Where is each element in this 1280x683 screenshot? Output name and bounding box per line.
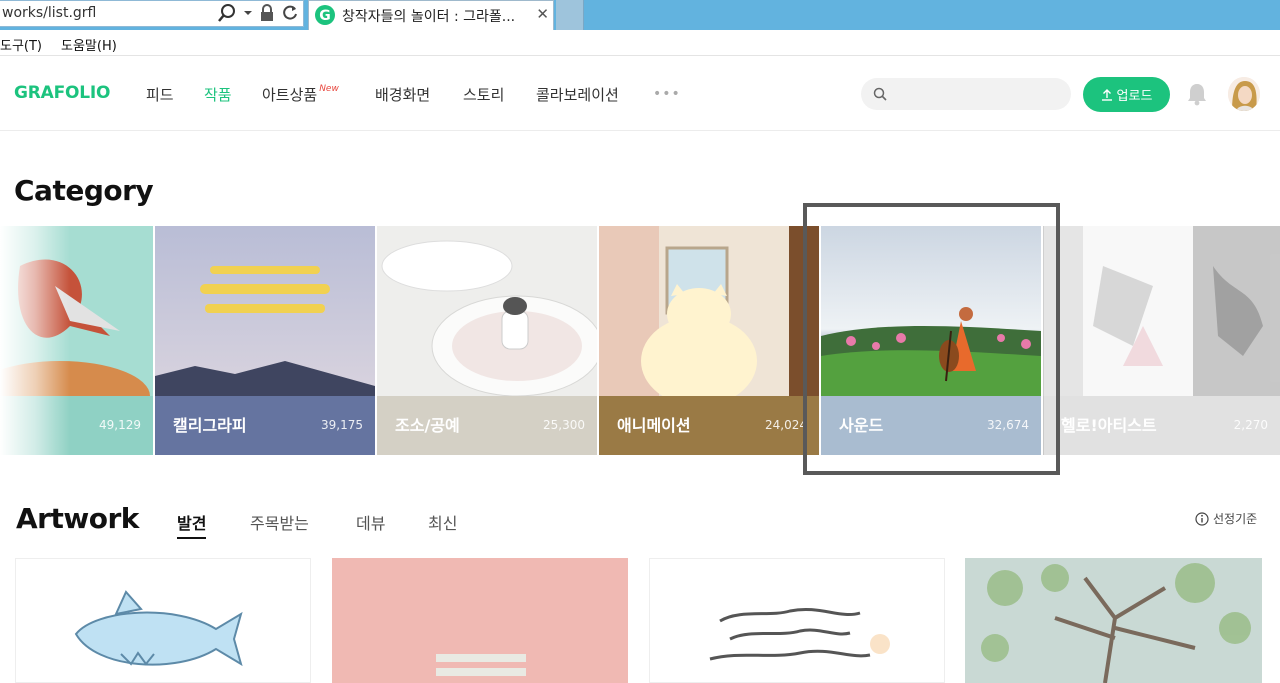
category-count: 32,674 [987, 418, 1029, 432]
avatar[interactable] [1228, 77, 1260, 111]
browser-tab[interactable]: G 창작자들의 놀이터 : 그라폴... ✕ [308, 0, 554, 30]
tab-title: 창작자들의 놀이터 : 그라폴... [342, 9, 516, 25]
category-name: 조소/공예 [395, 416, 460, 435]
address-bar[interactable]: works/list.grfl [0, 0, 304, 27]
category-card-illustration[interactable]: 49,129 [0, 226, 153, 455]
category-name: 사운드 [839, 416, 884, 435]
search-input[interactable] [861, 78, 1071, 110]
category-count: 24,024 [765, 418, 807, 432]
upload-button[interactable]: 업로드 [1083, 77, 1170, 112]
artwork-title: Artwork [16, 502, 139, 535]
close-icon[interactable]: ✕ [536, 5, 549, 23]
category-name: 애니메이션 [617, 416, 691, 435]
selection-criteria-link[interactable]: 선정기준 [1195, 510, 1257, 527]
category-card-hello-artist[interactable]: 헬로!아티스트 2,270 [1043, 226, 1280, 455]
category-name: 캘리그라피 [173, 416, 247, 435]
nav-works[interactable]: 작품 [204, 84, 232, 105]
artwork-card[interactable] [332, 558, 628, 683]
artwork-card[interactable] [15, 558, 311, 683]
menu-item-help[interactable]: 도움말(H) [61, 35, 117, 54]
tab-noticed[interactable]: 주목받는 [250, 510, 309, 534]
address-text: works/list.grfl [2, 5, 97, 21]
more-icon[interactable]: ••• [653, 86, 681, 102]
menu-bar: 도구(T) 도움말(H) [0, 30, 1280, 56]
site-header: GRAFOLIO 피드 작품 아트상품 New 배경화면 스토리 콜라보레이션 •… [0, 57, 1280, 131]
menu-item-tools[interactable]: 도구(T) [0, 35, 42, 54]
grafolio-favicon-icon: G [315, 5, 335, 25]
nav-art-goods[interactable]: 아트상품 New [262, 84, 339, 105]
selection-criteria-label: 선정기준 [1213, 512, 1258, 526]
new-tab-button[interactable] [556, 0, 584, 30]
category-card-animation[interactable]: 애니메이션 24,024 [599, 226, 819, 455]
tab-latest[interactable]: 최신 [428, 510, 457, 534]
tab-discover[interactable]: 발견 [177, 510, 207, 539]
nav-art-goods-label: 아트상품 [262, 86, 318, 104]
category-card-craft[interactable]: 조소/공예 25,300 [377, 226, 597, 455]
artwork-card[interactable] [649, 558, 945, 683]
upload-icon [1101, 88, 1112, 101]
search-icon[interactable] [217, 3, 237, 23]
nav-collaboration[interactable]: 콜라보레이션 [536, 84, 619, 105]
new-badge: New [319, 84, 339, 94]
refresh-icon[interactable] [281, 3, 299, 23]
info-icon [1195, 511, 1209, 526]
category-count: 49,129 [99, 418, 141, 432]
tab-debut[interactable]: 데뷰 [356, 510, 385, 534]
category-carousel: 49,129 캘리그라피 39,175 조소/공예 25,300 애니메이션 2… [0, 226, 1280, 455]
category-name: 헬로!아티스트 [1061, 416, 1157, 435]
upload-label: 업로드 [1116, 89, 1153, 104]
lock-icon[interactable] [259, 3, 275, 23]
nav-wallpaper[interactable]: 배경화면 [375, 84, 430, 105]
search-icon [873, 87, 887, 101]
nav-feed[interactable]: 피드 [146, 84, 174, 105]
bell-icon[interactable] [1186, 82, 1208, 106]
category-count: 25,300 [543, 418, 585, 432]
category-count: 2,270 [1233, 418, 1268, 432]
category-card-calligraphy[interactable]: 캘리그라피 39,175 [155, 226, 375, 455]
grafolio-logo[interactable]: GRAFOLIO [14, 83, 110, 103]
category-card-sound[interactable]: 사운드 32,674 [821, 226, 1041, 455]
nav-story[interactable]: 스토리 [463, 84, 504, 105]
svg-text:G: G [319, 8, 331, 24]
category-count: 39,175 [321, 418, 363, 432]
dropdown-arrow-icon[interactable] [243, 3, 253, 23]
artwork-card[interactable] [965, 558, 1262, 683]
category-title: Category [14, 174, 154, 207]
